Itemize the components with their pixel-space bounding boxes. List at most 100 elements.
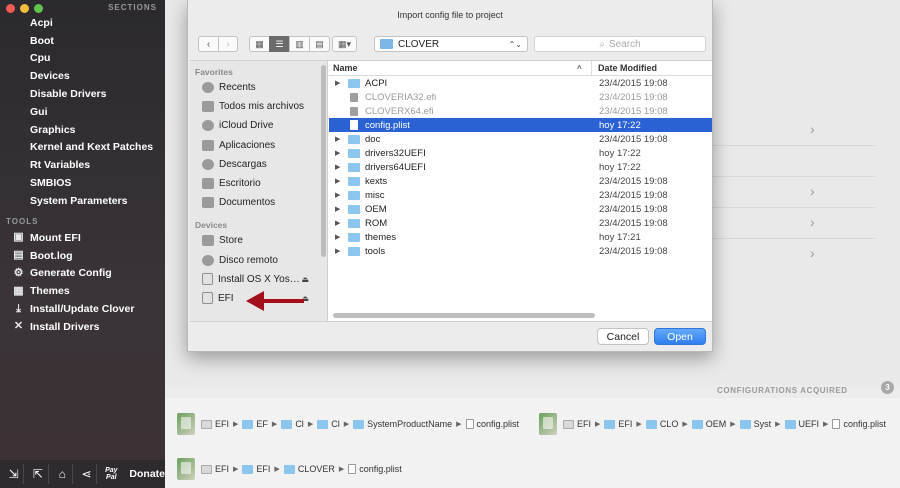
- column-divider[interactable]: [591, 61, 592, 76]
- date-modified-column-header[interactable]: Date Modified: [598, 63, 657, 73]
- chevron-right-icon[interactable]: ›: [810, 121, 815, 137]
- list-view-icon[interactable]: ☰: [269, 36, 290, 52]
- sidebar-item-rt-variables[interactable]: Rt Variables: [0, 156, 165, 174]
- horizontal-scrollbar[interactable]: [333, 313, 595, 318]
- favorite-item[interactable]: Escritorio: [190, 174, 327, 193]
- favorite-item[interactable]: Aplicaciones: [190, 136, 327, 155]
- path-segment[interactable]: Cl: [281, 419, 304, 429]
- path-segment[interactable]: UEFI: [784, 419, 819, 429]
- chevron-right-icon[interactable]: ›: [810, 245, 815, 261]
- favorite-item[interactable]: Todos mis archivos: [190, 97, 327, 116]
- path-segment[interactable]: CLO: [645, 419, 678, 429]
- name-column-header[interactable]: Name: [333, 63, 358, 73]
- file-row[interactable]: ▶ drivers32UEFI hoy 17:22: [329, 146, 712, 160]
- disclosure-triangle-icon[interactable]: ▶: [335, 163, 340, 171]
- path-segment[interactable]: config.plist: [348, 464, 402, 474]
- home-icon[interactable]: ⌂: [53, 464, 73, 484]
- import-icon[interactable]: ⇲: [4, 464, 25, 484]
- file-row[interactable]: config.plist hoy 17:22: [329, 118, 712, 132]
- forward-button[interactable]: ›: [219, 36, 238, 52]
- disclosure-triangle-icon[interactable]: ▶: [335, 219, 340, 227]
- path-segment[interactable]: CLOVER: [283, 464, 335, 474]
- paypal-icon[interactable]: Pay Pal: [101, 464, 121, 484]
- disclosure-triangle-icon[interactable]: ▶: [335, 247, 340, 255]
- tool-generate-config[interactable]: ⚙ Generate Config: [0, 265, 165, 283]
- sidebar-item-gui[interactable]: Gui: [0, 103, 165, 121]
- favorite-item[interactable]: iCloud Drive: [190, 116, 327, 135]
- tool-install-drivers[interactable]: ✕ Install Drivers: [0, 318, 165, 336]
- minimize-window-button[interactable]: [20, 4, 29, 13]
- file-row[interactable]: CLOVERIA32.efi 23/4/2015 19:08: [329, 90, 712, 104]
- tool-boot-log[interactable]: ▤ Boot.log: [0, 247, 165, 265]
- path-segment[interactable]: config.plist: [465, 419, 519, 429]
- config-path-bar[interactable]: EFI ▶ EF ▶ Cl ▶ Cl ▶ SystemProductName ▶ config.pl…: [177, 410, 521, 438]
- path-segment[interactable]: EFI: [242, 464, 270, 474]
- favorite-item[interactable]: Documentos: [190, 193, 327, 212]
- path-segment[interactable]: EF: [242, 419, 268, 429]
- chevron-right-icon[interactable]: ›: [810, 214, 815, 230]
- disclosure-triangle-icon[interactable]: ▶: [335, 149, 340, 157]
- disclosure-triangle-icon[interactable]: ▶: [335, 177, 340, 185]
- device-item[interactable]: Disco remoto: [190, 251, 327, 270]
- disclosure-triangle-icon[interactable]: ▶: [335, 205, 340, 213]
- tool-install-update-clover[interactable]: ⤓ Install/Update Clover: [0, 300, 165, 318]
- icon-view-icon[interactable]: ▦: [249, 36, 270, 52]
- config-path-bar[interactable]: EFI ▶ EFI ▶ CLOVER ▶ config.plist: [177, 455, 404, 483]
- disclosure-triangle-icon[interactable]: ▶: [335, 233, 340, 241]
- close-window-button[interactable]: [6, 4, 15, 13]
- sidebar-item-devices[interactable]: Devices: [0, 67, 165, 85]
- sidebar-item-system-parameters[interactable]: System Parameters: [0, 192, 165, 210]
- file-row[interactable]: ▶ ROM 23/4/2015 19:08: [329, 216, 712, 230]
- sidebar-item-disable-drivers[interactable]: Disable Drivers: [0, 85, 165, 103]
- sidebar-item-kernel-kext-patches[interactable]: Kernel and Kext Patches: [0, 139, 165, 157]
- path-segment[interactable]: Syst: [739, 419, 771, 429]
- sidebar-scrollbar[interactable]: [321, 65, 326, 257]
- file-row[interactable]: ▶ OEM 23/4/2015 19:08: [329, 202, 712, 216]
- disclosure-triangle-icon[interactable]: ▶: [335, 79, 340, 87]
- file-row[interactable]: CLOVERX64.efi 23/4/2015 19:08: [329, 104, 712, 118]
- location-popup[interactable]: CLOVER ⌃⌄: [374, 36, 528, 52]
- disclosure-triangle-icon[interactable]: ▶: [335, 135, 340, 143]
- export-icon[interactable]: ⇱: [28, 464, 49, 484]
- sidebar-item-smbios[interactable]: SMBIOS: [0, 174, 165, 192]
- favorite-item[interactable]: Recents: [190, 78, 327, 97]
- sidebar-item-acpi[interactable]: Acpi: [0, 14, 165, 32]
- file-row[interactable]: ▶ themes hoy 17:21: [329, 230, 712, 244]
- file-row[interactable]: ▶ kexts 23/4/2015 19:08: [329, 174, 712, 188]
- arrange-menu-icon[interactable]: ▦▾: [332, 36, 357, 52]
- coverflow-view-icon[interactable]: ▤: [309, 36, 330, 52]
- path-segment[interactable]: config.plist: [832, 419, 886, 429]
- path-segment[interactable]: EFI: [563, 419, 591, 429]
- favorite-item[interactable]: Descargas: [190, 155, 327, 174]
- path-segment[interactable]: EFI: [201, 464, 229, 474]
- eject-icon[interactable]: ⏏: [301, 275, 309, 284]
- device-item[interactable]: Install OS X Yos… ⏏: [190, 270, 327, 289]
- file-row[interactable]: ▶ doc 23/4/2015 19:08: [329, 132, 712, 146]
- search-input[interactable]: ⌕ Search: [534, 36, 706, 52]
- path-segment[interactable]: SystemProductName: [353, 419, 452, 429]
- cancel-button[interactable]: Cancel: [597, 328, 649, 345]
- config-path-bar[interactable]: EFI ▶ EFI ▶ CLO ▶ OEM ▶ Syst ▶ UEFI ▶ config.plist: [539, 410, 888, 438]
- file-row[interactable]: ▶ ACPI 23/4/2015 19:08: [329, 76, 712, 90]
- share-icon[interactable]: ⋖: [77, 464, 98, 484]
- sidebar-item-boot[interactable]: Boot: [0, 32, 165, 50]
- open-button[interactable]: Open: [654, 328, 706, 345]
- tool-themes[interactable]: ▦ Themes: [0, 282, 165, 300]
- zoom-window-button[interactable]: [34, 4, 43, 13]
- tool-mount-efi[interactable]: ▣ Mount EFI: [0, 229, 165, 247]
- file-row[interactable]: ▶ tools 23/4/2015 19:08: [329, 244, 712, 258]
- donate-button[interactable]: Donate: [129, 468, 165, 480]
- path-segment[interactable]: EFI: [604, 419, 632, 429]
- path-segment[interactable]: OEM: [691, 419, 726, 429]
- sidebar-item-cpu[interactable]: Cpu: [0, 50, 165, 68]
- path-segment[interactable]: EFI: [201, 419, 229, 429]
- sidebar-item-graphics[interactable]: Graphics: [0, 121, 165, 139]
- chevron-right-icon[interactable]: ›: [810, 183, 815, 199]
- back-button[interactable]: ‹: [198, 36, 219, 52]
- device-item[interactable]: Store: [190, 231, 327, 250]
- path-segment[interactable]: Cl: [317, 419, 340, 429]
- disclosure-triangle-icon[interactable]: ▶: [335, 191, 340, 199]
- file-row[interactable]: ▶ drivers64UEFI hoy 17:22: [329, 160, 712, 174]
- column-view-icon[interactable]: ▥: [289, 36, 310, 52]
- file-row[interactable]: ▶ misc 23/4/2015 19:08: [329, 188, 712, 202]
